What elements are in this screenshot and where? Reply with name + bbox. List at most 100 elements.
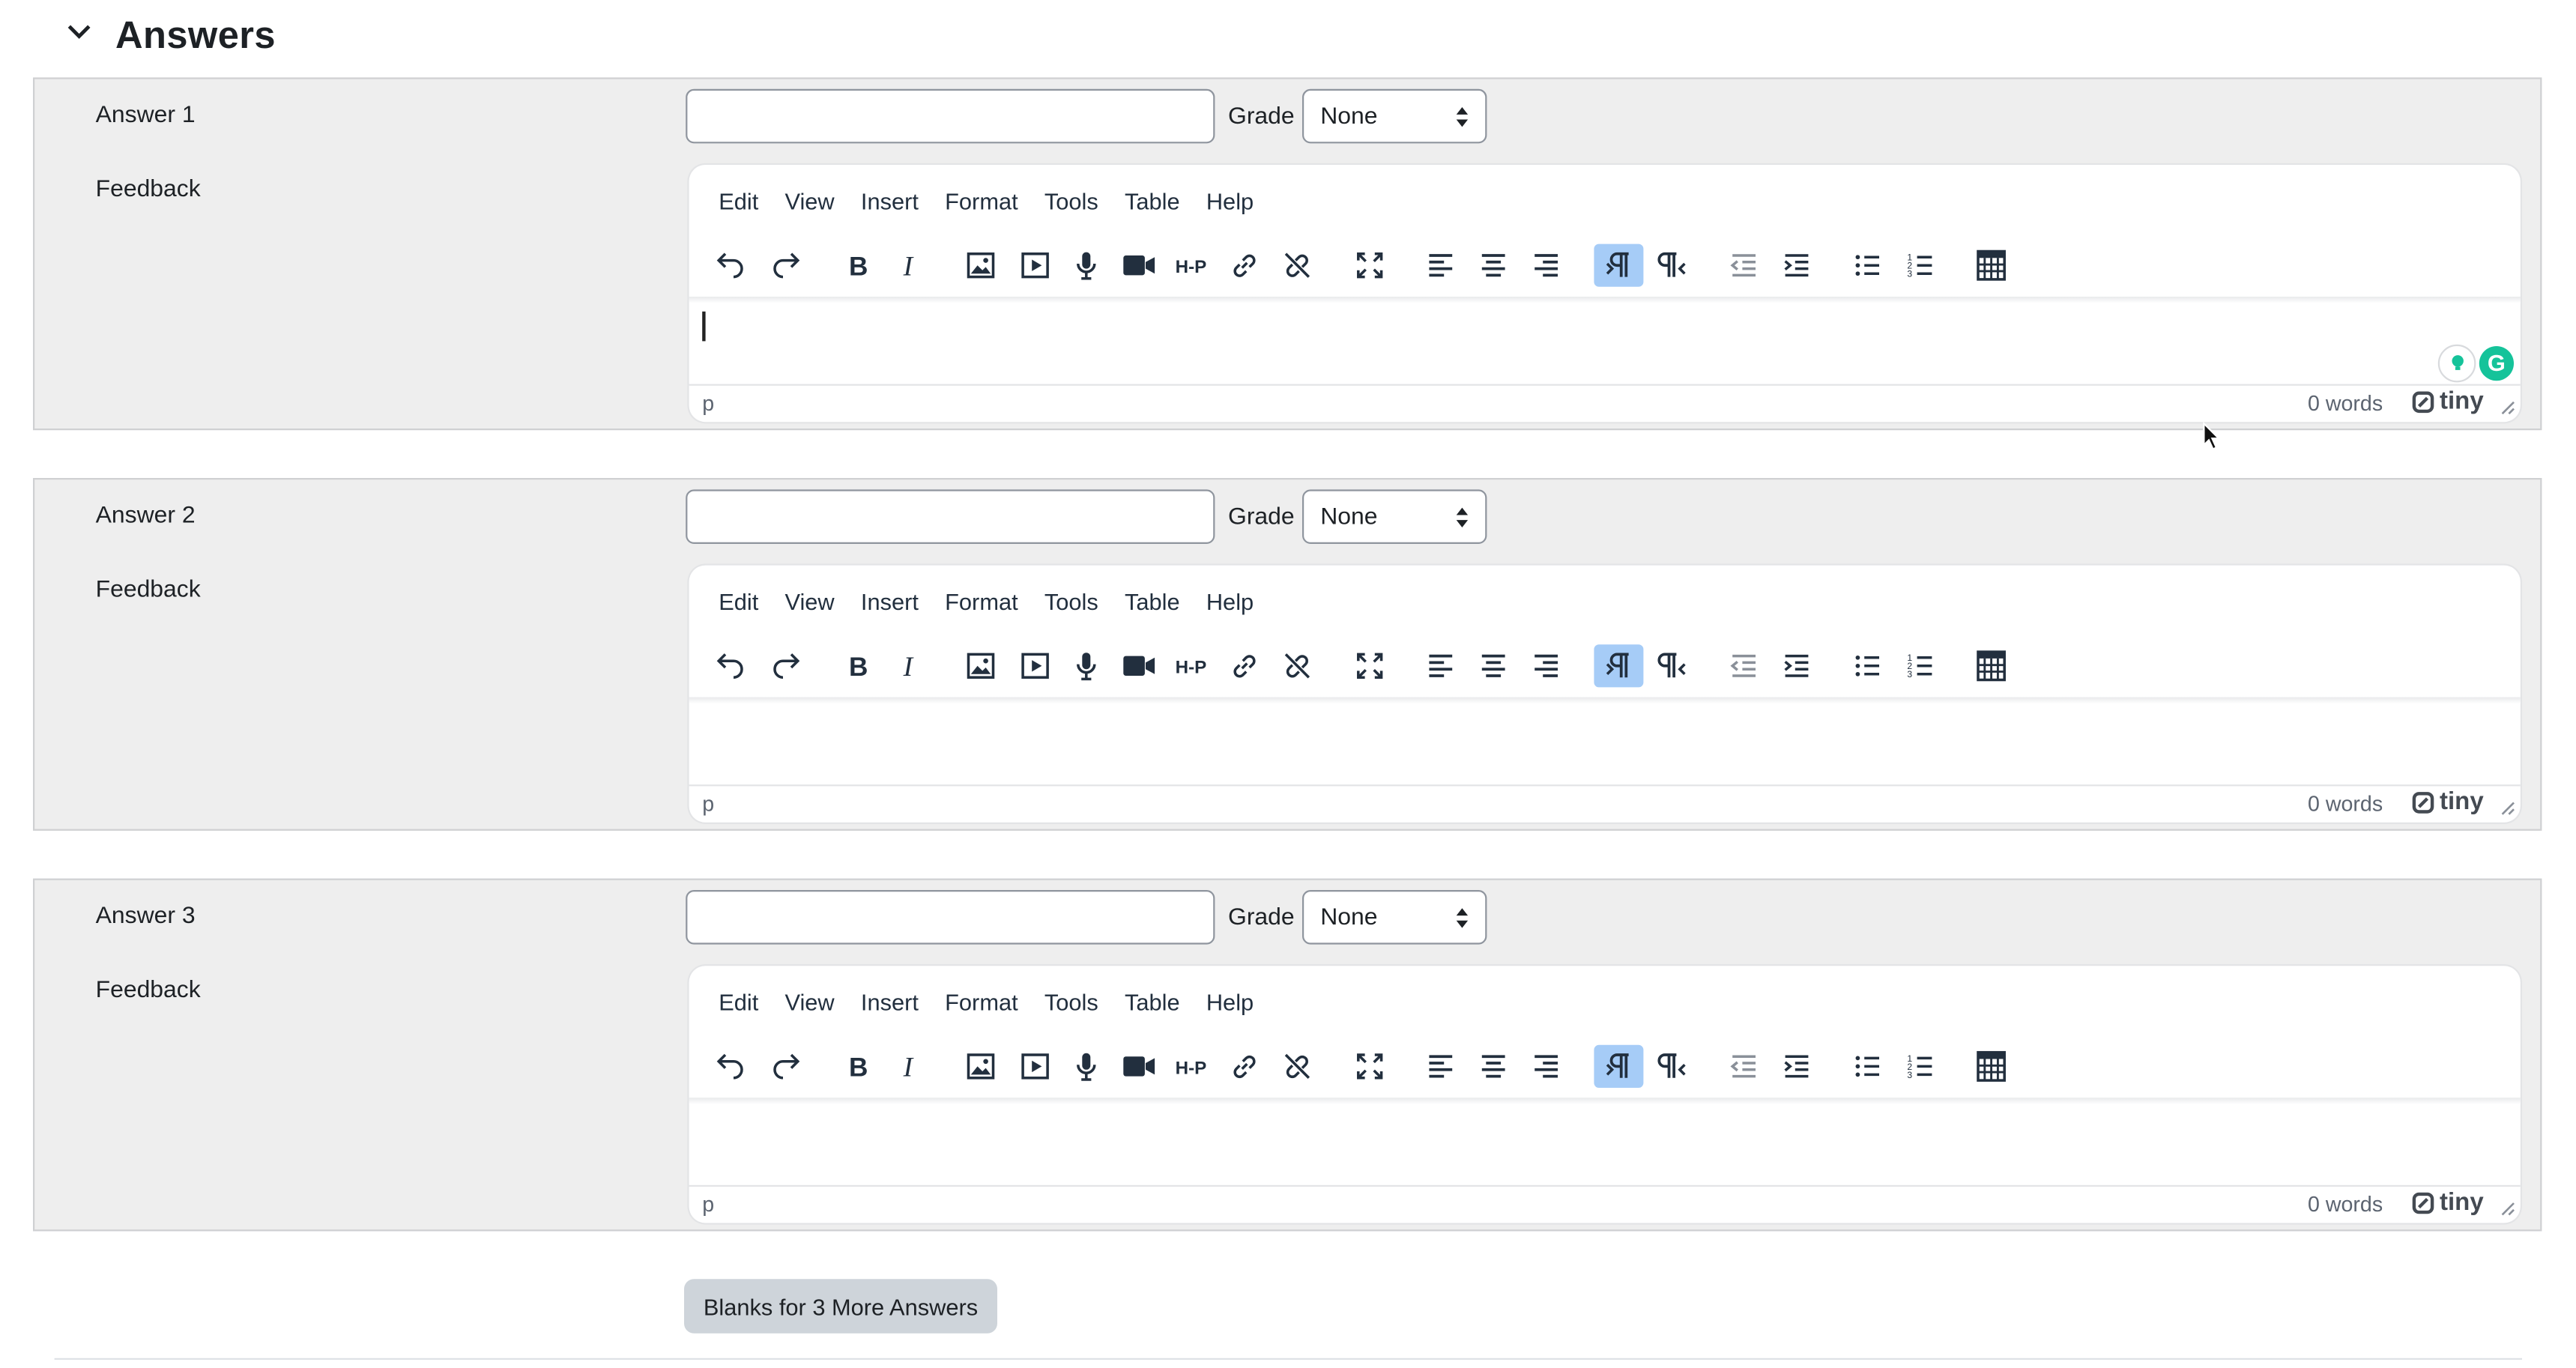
align-center-button[interactable] [1469, 1045, 1518, 1088]
grade-select[interactable]: None [1302, 489, 1487, 544]
blanks-for-more-answers-button[interactable]: Blanks for 3 More Answers [684, 1279, 997, 1334]
align-center-button[interactable] [1469, 244, 1518, 287]
menu-table[interactable]: Table [1125, 588, 1180, 614]
video-camera-button[interactable] [1114, 244, 1164, 287]
menu-table[interactable]: Table [1125, 188, 1180, 214]
image-button[interactable] [956, 1045, 1006, 1088]
align-left-button[interactable] [1416, 644, 1466, 687]
word-count[interactable]: 0 words [2308, 1192, 2383, 1217]
undo-button[interactable] [706, 644, 755, 687]
link-button[interactable] [1220, 1045, 1269, 1088]
bullet-list-button[interactable] [1843, 244, 1893, 287]
video-camera-button[interactable] [1114, 644, 1164, 687]
chevron-down-icon[interactable] [66, 18, 92, 52]
video-camera-button[interactable] [1114, 1045, 1164, 1088]
menu-format[interactable]: Format [945, 588, 1018, 614]
outdent-button[interactable] [1720, 1045, 1769, 1088]
rtl-button[interactable] [1648, 244, 1698, 287]
element-path[interactable]: p [702, 791, 714, 816]
image-button[interactable] [956, 644, 1006, 687]
undo-button[interactable] [706, 1045, 755, 1088]
menu-table[interactable]: Table [1125, 989, 1180, 1015]
redo-button[interactable] [761, 244, 811, 287]
resize-handle-icon[interactable] [2499, 399, 2515, 415]
align-left-button[interactable] [1416, 1045, 1466, 1088]
answer-input[interactable] [686, 890, 1215, 945]
menu-format[interactable]: Format [945, 188, 1018, 214]
menu-help[interactable]: Help [1206, 588, 1254, 614]
calculator-button[interactable] [1967, 644, 2016, 687]
italic-button[interactable]: I [885, 644, 934, 687]
menu-help[interactable]: Help [1206, 188, 1254, 214]
unlink-button[interactable] [1272, 244, 1322, 287]
element-path[interactable]: p [702, 390, 714, 415]
align-center-button[interactable] [1469, 644, 1518, 687]
editor-content-area[interactable] [689, 1104, 2521, 1184]
bullet-list-button[interactable] [1843, 1045, 1893, 1088]
redo-button[interactable] [761, 1045, 811, 1088]
indent-button[interactable] [1772, 1045, 1821, 1088]
ltr-button[interactable] [1594, 243, 1644, 287]
menu-tools[interactable]: Tools [1044, 989, 1098, 1015]
menu-edit[interactable]: Edit [719, 989, 758, 1015]
editor-content-area[interactable] [689, 303, 2521, 383]
h5p-button[interactable]: H-P [1167, 644, 1217, 687]
grammarly-widget[interactable]: G [2437, 343, 2518, 383]
outdent-button[interactable] [1720, 244, 1769, 287]
redo-button[interactable] [761, 644, 811, 687]
menu-format[interactable]: Format [945, 989, 1018, 1015]
rtl-button[interactable] [1648, 1045, 1698, 1088]
answer-input[interactable] [686, 489, 1215, 544]
numbered-list-button[interactable]: 123 [1896, 244, 1945, 287]
menu-edit[interactable]: Edit [719, 188, 758, 214]
menu-edit[interactable]: Edit [719, 588, 758, 614]
align-left-button[interactable] [1416, 244, 1466, 287]
indent-button[interactable] [1772, 644, 1821, 687]
menu-view[interactable]: View [784, 188, 834, 214]
answers-header[interactable]: Answers [66, 13, 276, 58]
media-button[interactable] [1011, 244, 1060, 287]
unlink-button[interactable] [1272, 644, 1322, 687]
fullscreen-button[interactable] [1345, 244, 1394, 287]
menu-insert[interactable]: Insert [861, 588, 919, 614]
h5p-button[interactable]: H-P [1167, 244, 1217, 287]
microphone-button[interactable] [1062, 244, 1111, 287]
microphone-button[interactable] [1062, 1045, 1111, 1088]
answer-input[interactable] [686, 88, 1215, 144]
numbered-list-button[interactable]: 123 [1896, 644, 1945, 687]
italic-button[interactable]: I [885, 1045, 934, 1088]
lightbulb-icon[interactable] [2437, 343, 2476, 382]
rtl-button[interactable] [1648, 644, 1698, 687]
tiny-brand[interactable]: tiny [2412, 387, 2484, 415]
fullscreen-button[interactable] [1345, 1045, 1394, 1088]
grade-select[interactable]: None [1302, 88, 1487, 144]
align-right-button[interactable] [1522, 644, 1571, 687]
menu-tools[interactable]: Tools [1044, 588, 1098, 614]
link-button[interactable] [1220, 244, 1269, 287]
align-right-button[interactable] [1522, 1045, 1571, 1088]
menu-insert[interactable]: Insert [861, 989, 919, 1015]
bold-button[interactable]: B [832, 244, 882, 287]
calculator-button[interactable] [1967, 1045, 2016, 1088]
media-button[interactable] [1011, 644, 1060, 687]
menu-view[interactable]: View [784, 588, 834, 614]
editor-content-area[interactable] [689, 703, 2521, 783]
h5p-button[interactable]: H-P [1167, 1045, 1217, 1088]
image-button[interactable] [956, 244, 1006, 287]
unlink-button[interactable] [1272, 1045, 1322, 1088]
bullet-list-button[interactable] [1843, 644, 1893, 687]
ltr-button[interactable] [1594, 1044, 1644, 1088]
grade-select[interactable]: None [1302, 890, 1487, 945]
italic-button[interactable]: I [885, 244, 934, 287]
menu-insert[interactable]: Insert [861, 188, 919, 214]
menu-tools[interactable]: Tools [1044, 188, 1098, 214]
microphone-button[interactable] [1062, 644, 1111, 687]
tiny-brand[interactable]: tiny [2412, 788, 2484, 816]
undo-button[interactable] [706, 244, 755, 287]
media-button[interactable] [1011, 1045, 1060, 1088]
word-count[interactable]: 0 words [2308, 390, 2383, 415]
outdent-button[interactable] [1720, 644, 1769, 687]
align-right-button[interactable] [1522, 244, 1571, 287]
fullscreen-button[interactable] [1345, 644, 1394, 687]
calculator-button[interactable] [1967, 244, 2016, 287]
